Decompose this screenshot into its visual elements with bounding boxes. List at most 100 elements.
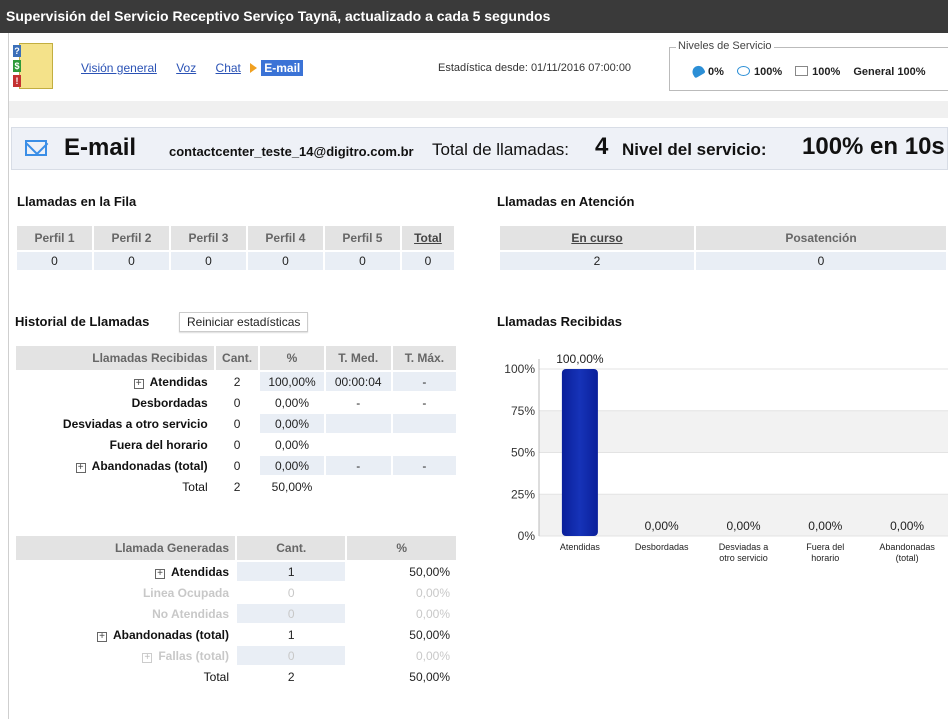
received-header-avg: T. Med. — [325, 346, 391, 370]
total-calls-value: 4 — [595, 133, 609, 160]
row-max: - — [392, 393, 456, 412]
email-level: 100% — [812, 66, 841, 78]
service-levels-box: Niveles de Servicio 0% 100% 100% General… — [669, 40, 948, 91]
row-cant: 1 — [237, 562, 346, 581]
service-level-label: Nivel del servicio: — [622, 140, 767, 159]
total-cant: 2 — [215, 477, 259, 496]
row-label: Fuera del horario — [16, 435, 214, 454]
nav-link-voice[interactable]: Voz — [176, 61, 196, 75]
y-tick-label: 75% — [511, 404, 535, 418]
generated-history-table: Llamada Generadas Cant. % + Atendidas 1 5… — [14, 534, 458, 688]
queue-cell: 0 — [93, 252, 169, 270]
service-levels-legend: Niveles de Servicio — [676, 40, 774, 52]
chart-section-title: Llamadas Recibidas — [497, 314, 622, 329]
attention-header-current[interactable]: En curso — [500, 226, 694, 250]
x-tick-label: Desbordadas — [635, 542, 689, 552]
queue-header: Perfil 4 — [247, 226, 323, 250]
reset-stats-button[interactable]: Reiniciar estadísticas — [179, 312, 309, 332]
row-max: - — [392, 372, 456, 391]
row-label: Atendidas — [149, 374, 208, 389]
expand-plus-icon[interactable]: + — [133, 378, 144, 389]
row-pct: 0,00% — [347, 604, 456, 623]
bar-value-label: 100,00% — [556, 352, 604, 366]
x-tick-label: Fuera del horario — [806, 542, 844, 563]
bar-value-label: 0,00% — [808, 519, 842, 533]
table-row-total: Total 2 50,00% — [16, 477, 456, 496]
nav-link-overview[interactable]: Visión general — [81, 61, 157, 75]
y-tick-label: 50% — [511, 446, 535, 460]
row-avg — [325, 414, 391, 433]
chart-bar — [561, 369, 598, 536]
x-tick-label: Abandonadas (total) — [879, 542, 935, 563]
nav-link-chat[interactable]: Chat — [216, 61, 241, 75]
received-header-cant: Cant. — [215, 346, 259, 370]
table-row: Desviadas a otro servicio 0 0,00% — [16, 414, 456, 433]
row-pct: 100,00% — [260, 372, 324, 391]
queue-cell: 0 — [17, 252, 92, 270]
total-cant: 2 — [237, 667, 346, 686]
row-pct: 50,00% — [347, 562, 456, 581]
generated-header-label: Llamada Generadas — [16, 536, 235, 560]
envelope-icon — [795, 66, 809, 76]
table-row: + Atendidas 2 100,00% 00:00:04 - — [16, 372, 456, 391]
x-tick-label: Atendidas — [560, 542, 601, 552]
queue-header-total[interactable]: Total — [401, 226, 454, 250]
expand-plus-icon[interactable]: + — [75, 462, 86, 473]
queue-header: Perfil 5 — [324, 226, 400, 250]
row-pct: 0,00% — [260, 435, 324, 454]
row-max: - — [392, 456, 456, 475]
phone-icon — [690, 63, 706, 79]
table-row-total: Total 2 50,00% — [16, 667, 456, 686]
expand-plus-icon[interactable]: + — [154, 568, 165, 579]
row-cant: 0 — [215, 393, 259, 412]
total-label: Total — [16, 667, 235, 686]
total-label: Total — [16, 477, 214, 496]
bar-value-label: 0,00% — [645, 519, 679, 533]
expand-plus-icon[interactable]: + — [142, 652, 153, 663]
queue-header: Perfil 3 — [170, 226, 246, 250]
nav-link-email-active[interactable]: E-mail — [261, 60, 304, 76]
attention-table: En curso Posatención 2 0 — [498, 224, 948, 272]
row-cant: 2 — [215, 372, 259, 391]
queue-cell: 0 — [401, 252, 454, 270]
row-label: Desviadas a otro servicio — [16, 414, 214, 433]
row-pct: 0,00% — [347, 646, 456, 665]
queue-header: Perfil 2 — [93, 226, 169, 250]
table-row: No Atendidas 0 0,00% — [16, 604, 456, 623]
queue-cell: 0 — [247, 252, 323, 270]
generated-header-cant: Cant. — [237, 536, 346, 560]
received-header-label: Llamadas Recibidas — [16, 346, 214, 370]
table-row: + Abandonadas (total) 0 0,00% - - — [16, 456, 456, 475]
chart-band — [539, 410, 948, 453]
attention-header-post: Posatención — [696, 226, 946, 250]
row-cant: 1 — [237, 625, 346, 644]
row-pct: 0,00% — [260, 393, 324, 412]
y-tick-label: 25% — [511, 487, 535, 501]
attention-cell: 0 — [696, 252, 946, 270]
row-avg — [325, 435, 391, 454]
received-header-pct: % — [260, 346, 324, 370]
queue-header: Perfil 1 — [17, 226, 92, 250]
received-history-table: Llamadas Recibidas Cant. % T. Med. T. Má… — [14, 344, 458, 498]
row-pct: 0,00% — [347, 583, 456, 602]
row-label: Abandonadas (total) — [91, 458, 208, 473]
email-address: contactcenter_teste_14@digitro.com.br — [169, 144, 414, 159]
received-calls-chart: 0% 25% 50% 75% 100% 100,00% Atendidas 0,00% Desb… — [504, 352, 948, 563]
queue-table: Perfil 1 Perfil 2 Perfil 3 Perfil 4 Perf… — [15, 224, 456, 272]
table-row: Desbordadas 0 0,00% - - — [16, 393, 456, 412]
row-max — [392, 414, 456, 433]
received-header-max: T. Máx. — [392, 346, 456, 370]
row-label: Atendidas — [170, 564, 229, 579]
attention-cell: 2 — [500, 252, 694, 270]
row-avg: 00:00:04 — [325, 372, 391, 391]
expand-plus-icon[interactable]: + — [97, 631, 107, 642]
row-label: Desbordadas — [16, 393, 214, 412]
y-tick-label: 100% — [504, 362, 535, 376]
page-title: E-mail — [64, 134, 137, 161]
total-pct: 50,00% — [260, 477, 324, 496]
queue-cell: 0 — [324, 252, 400, 270]
x-tick-label: Desviadas a otro servicio — [719, 542, 769, 563]
row-cant: 0 — [237, 604, 346, 623]
row-avg: - — [325, 456, 391, 475]
row-pct: 0,00% — [260, 414, 324, 433]
